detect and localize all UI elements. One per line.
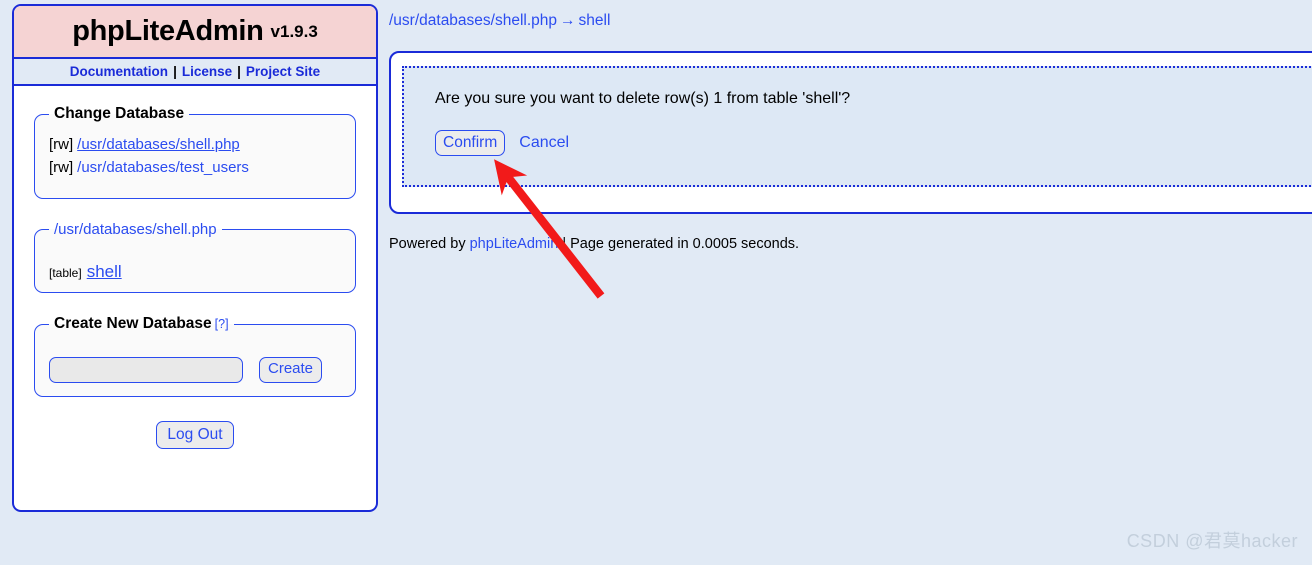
delete-confirmation-dialog: Are you sure you want to delete row(s) 1…	[402, 66, 1312, 187]
nav-links: Documentation | License | Project Site	[14, 59, 376, 86]
watermark: CSDN @君莫hacker	[1126, 531, 1298, 551]
breadcrumb-arrow-icon: →	[560, 12, 576, 29]
table-tag: [table]	[49, 266, 82, 280]
breadcrumb: /usr/databases/shell.php → shell	[389, 12, 610, 30]
change-database-panel: Change Database [rw]/usr/databases/shell…	[34, 105, 356, 199]
database-list-item: [rw]/usr/databases/shell.php	[49, 133, 341, 156]
footer-powered-by: Powered by	[389, 236, 466, 252]
brand-header: phpLiteAdmin v1.9.3	[14, 6, 376, 59]
current-database-legend: /usr/databases/shell.php	[54, 221, 217, 238]
footer: Powered by phpLiteAdmin | Page generated…	[389, 236, 799, 252]
breadcrumb-table-link[interactable]: shell	[579, 12, 611, 29]
confirm-actions: Confirm Cancel	[435, 130, 1312, 157]
help-icon[interactable]: [?]	[215, 317, 229, 331]
database-link-shell[interactable]: /usr/databases/shell.php	[77, 136, 240, 153]
database-access-tag: [rw]	[49, 159, 74, 176]
footer-separator: |	[562, 236, 567, 252]
confirm-message: Are you sure you want to delete row(s) 1…	[435, 90, 851, 107]
database-access-tag: [rw]	[49, 136, 74, 153]
cancel-link[interactable]: Cancel	[519, 134, 569, 152]
footer-app-link[interactable]: phpLiteAdmin	[470, 236, 559, 252]
nav-separator-2: |	[237, 64, 241, 79]
change-database-legend: Change Database	[54, 105, 185, 122]
nav-link-documentation[interactable]: Documentation	[70, 64, 168, 79]
create-database-legend-text: Create New Database	[54, 315, 212, 332]
nav-separator-1: |	[173, 64, 177, 79]
create-database-input[interactable]	[49, 357, 243, 383]
nav-link-project-site[interactable]: Project Site	[246, 64, 320, 79]
footer-generated-text: Page generated in 0.0005 seconds.	[570, 236, 800, 252]
database-link-test-users[interactable]: /usr/databases/test_users	[77, 159, 249, 176]
create-database-row: Create	[49, 357, 341, 383]
current-database-panel: /usr/databases/shell.php [table] shell	[34, 221, 356, 293]
nav-link-license[interactable]: License	[182, 64, 232, 79]
create-database-legend: Create New Database [?]	[49, 315, 234, 333]
sidebar-panel: phpLiteAdmin v1.9.3 Documentation | Lice…	[12, 4, 378, 512]
create-button[interactable]: Create	[259, 357, 323, 383]
content-container: Are you sure you want to delete row(s) 1…	[389, 51, 1312, 214]
brand-title: phpLiteAdmin	[72, 15, 264, 47]
table-list-item: [table] shell	[49, 262, 341, 282]
database-list-item: [rw]/usr/databases/test_users	[49, 156, 341, 179]
logout-row: Log Out	[14, 421, 376, 450]
confirm-button[interactable]: Confirm	[435, 130, 506, 157]
breadcrumb-database-link[interactable]: /usr/databases/shell.php	[389, 12, 557, 29]
table-link-shell[interactable]: shell	[87, 262, 122, 281]
logout-button[interactable]: Log Out	[156, 421, 234, 450]
brand-version: v1.9.3	[270, 21, 318, 41]
create-database-panel: Create New Database [?] Create	[34, 315, 356, 397]
